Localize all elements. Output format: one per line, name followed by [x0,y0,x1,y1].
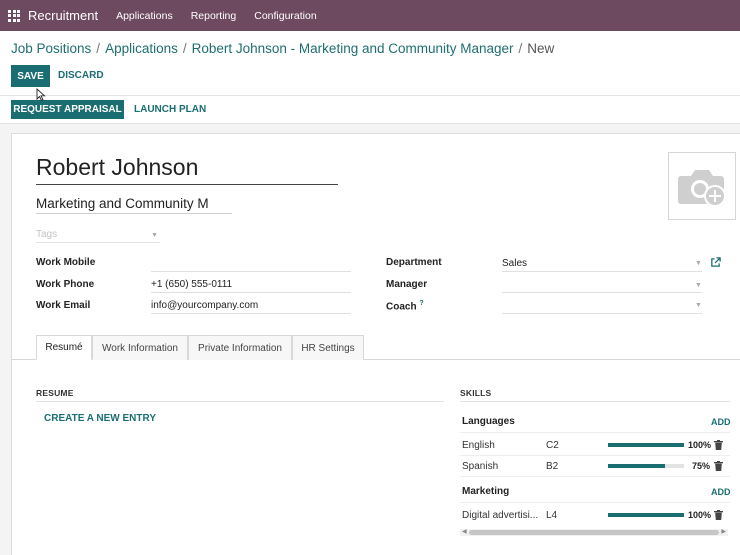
menu-configuration[interactable]: Configuration [254,10,316,22]
work-email-label: Work Email [36,300,91,311]
coach-underline [502,313,702,314]
skill-progress-bar [608,443,684,447]
menu-applications[interactable]: Applications [116,10,173,22]
work-phone-underline [151,292,351,293]
tab-private-information[interactable]: Private Information [188,335,292,360]
skill-progress-bar [608,464,684,468]
tags-placeholder: Tags [36,229,58,240]
skill-progress-fill [608,513,684,517]
skill-group-languages: Languages [462,416,515,427]
external-link-icon[interactable] [710,257,721,268]
work-phone-label: Work Phone [36,279,95,290]
breadcrumb-job-positions[interactable]: Job Positions [11,41,91,56]
skill-progress-fill [608,443,684,447]
breadcrumb: Job Positions / Applications / Robert Johnso… [11,41,554,56]
skill-row-divider [460,502,730,503]
launch-plan-button[interactable]: LAUNCH PLAN [134,104,206,115]
skill-level: C2 [546,440,559,451]
skill-percent: 100% [688,510,712,520]
skill-percent: 75% [692,461,711,471]
request-appraisal-button[interactable]: REQUEST APPRAISAL [11,100,124,119]
chevron-down-icon: ▼ [695,282,702,289]
skill-name[interactable]: English [462,440,495,451]
create-resume-entry-button[interactable]: CREATE A NEW ENTRY [44,413,156,424]
camera-plus-icon [678,170,726,207]
mouse-cursor-icon [36,88,46,101]
skills-horizontal-scrollbar[interactable]: ◀ ▶ [460,529,728,536]
manager-label: Manager [386,279,428,290]
work-mobile-underline [151,271,351,272]
manager-underline [502,292,702,293]
skill-level: B2 [546,461,559,472]
skills-section-divider [460,401,730,402]
coach-label-text: Coach [386,301,417,313]
department-label: Department [386,257,442,268]
department-input[interactable]: Sales [502,258,527,269]
chevron-down-icon: ▼ [695,260,702,267]
work-mobile-label: Work Mobile [36,257,96,268]
employee-photo-upload[interactable] [668,152,736,220]
tab-hr-settings[interactable]: HR Settings [292,335,364,360]
breadcrumb-applicant[interactable]: Robert Johnson - Marketing and Community… [192,41,514,56]
top-navbar: Recruitment Applications Reporting Confi… [0,0,740,31]
scroll-right-arrow-icon[interactable]: ▶ [721,528,726,535]
tags-field[interactable]: Tags ▼ [36,229,160,243]
skill-progress-fill [608,464,665,468]
department-underline [502,271,702,272]
breadcrumb-separator: / [518,41,523,56]
add-language-skill-button[interactable]: ADD [711,417,731,427]
discard-button[interactable]: DISCARD [58,70,104,81]
chevron-down-icon: ▼ [695,302,702,309]
help-tooltip-icon[interactable]: ? [419,300,423,307]
control-panel-divider [0,95,740,96]
resume-section-title: RESUME [36,388,74,398]
scroll-left-arrow-icon[interactable]: ◀ [462,528,467,535]
skill-name[interactable]: Spanish [462,461,498,472]
skill-row-divider [460,476,730,477]
breadcrumb-separator: / [96,41,101,56]
skill-progress-bar [608,513,684,517]
add-marketing-skill-button[interactable]: ADD [711,487,731,497]
work-phone-input[interactable]: +1 (650) 555-0111 [151,279,232,290]
save-button[interactable]: SAVE [11,65,50,87]
tab-work-information[interactable]: Work Information [92,335,188,360]
chevron-down-icon: ▼ [151,232,158,239]
skill-percent: 100% [688,440,712,450]
employee-name-field[interactable]: Robert Johnson [36,154,338,185]
job-title-field[interactable]: Marketing and Community M [36,196,232,214]
breadcrumb-current: New [527,41,555,56]
menu-reporting[interactable]: Reporting [191,10,237,22]
apps-menu-icon[interactable] [8,9,20,22]
work-email-underline [151,313,351,314]
skill-level: L4 [546,510,558,521]
work-email-input[interactable]: info@yourcompany.com [151,300,258,311]
skills-section-title: SKILLS [460,388,492,398]
skill-group-marketing: Marketing [462,486,510,497]
coach-label: Coach ? [386,300,424,312]
statusbar-divider [0,123,740,124]
trash-icon[interactable] [714,440,723,450]
app-title[interactable]: Recruitment [28,8,98,23]
skill-row-divider [460,455,730,456]
scrollbar-thumb[interactable] [469,530,719,535]
breadcrumb-separator: / [182,41,187,56]
tab-resume[interactable]: Resumé [36,335,92,360]
skill-row-divider [460,432,730,433]
breadcrumb-applications[interactable]: Applications [105,41,178,56]
trash-icon[interactable] [714,510,723,520]
resume-section-divider [36,401,444,402]
trash-icon[interactable] [714,461,723,471]
skill-name[interactable]: Digital advertisi... [462,510,538,521]
